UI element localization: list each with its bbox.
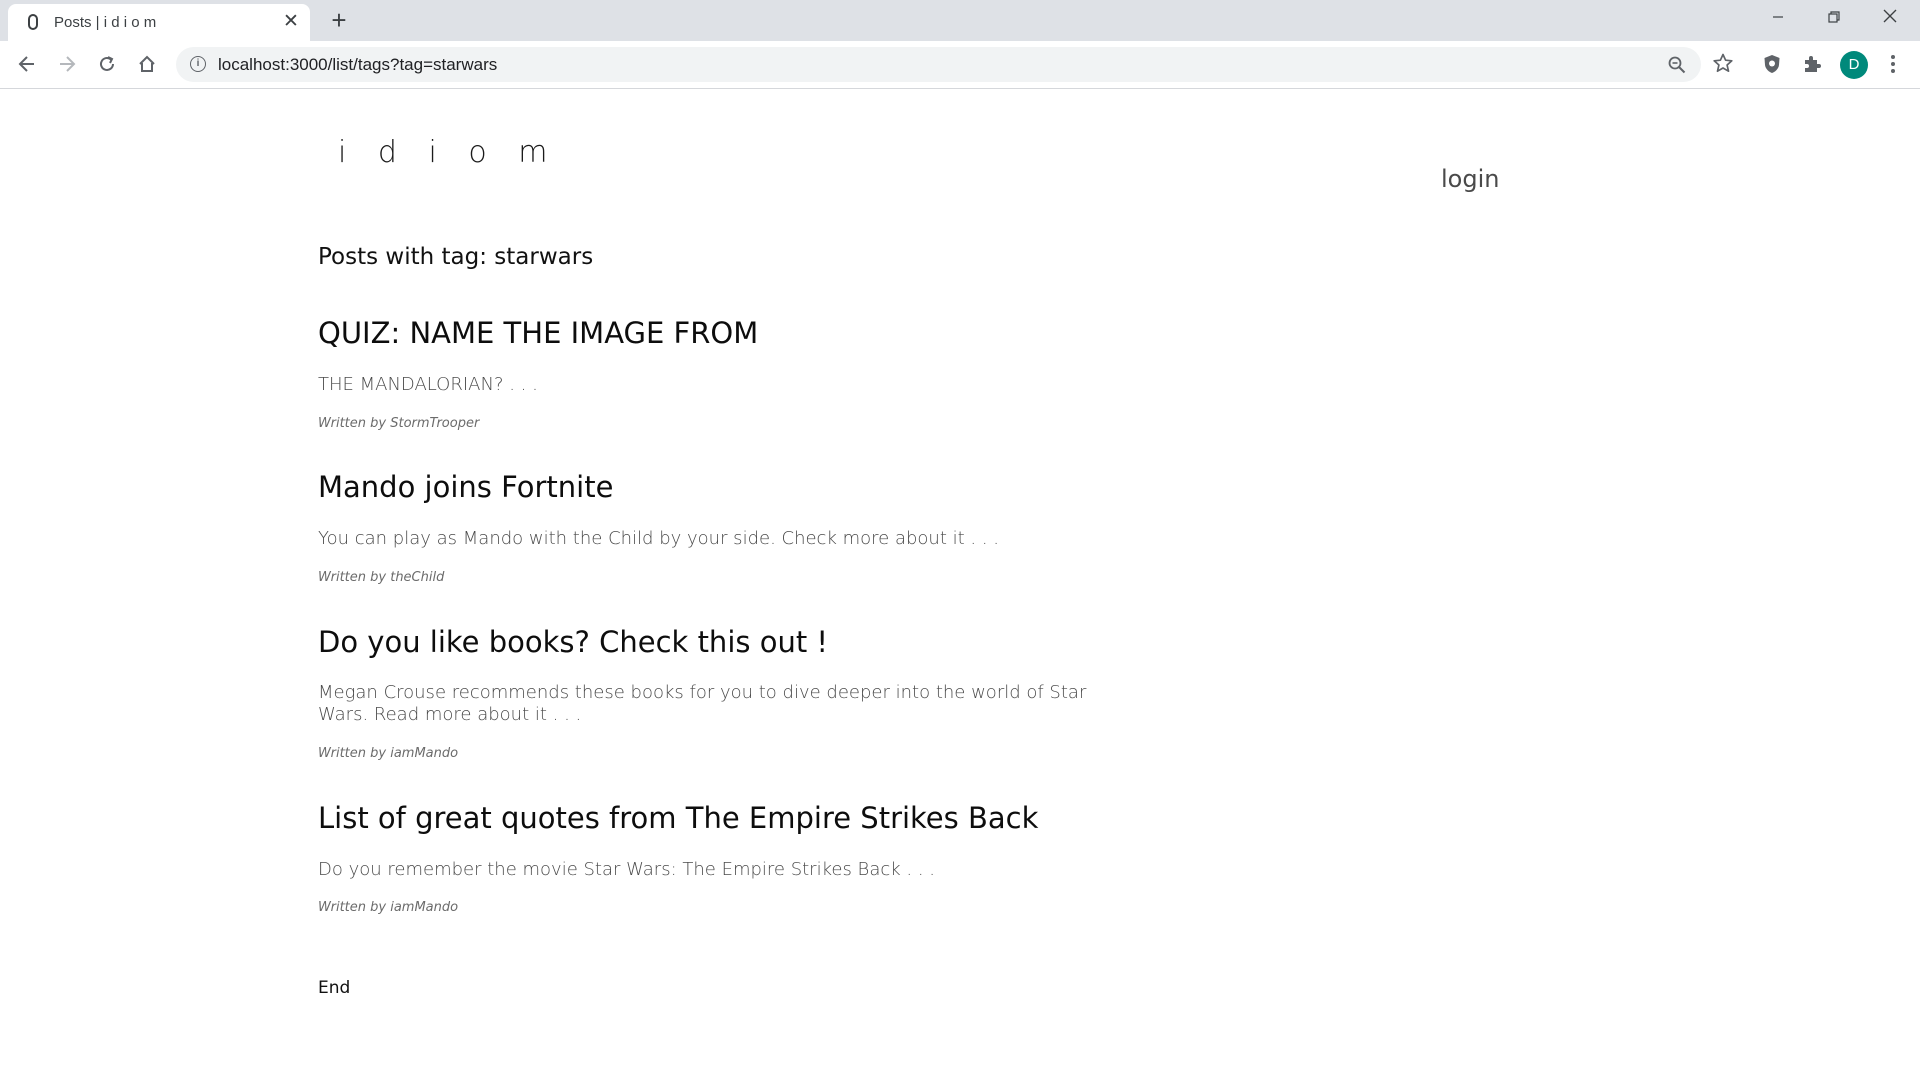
login-link[interactable]: login [1441, 165, 1499, 193]
profile-avatar[interactable]: D [1840, 51, 1868, 79]
info-icon[interactable]: i [190, 56, 206, 72]
forward-button[interactable] [51, 48, 83, 80]
address-bar[interactable]: i localhost:3000/list/tags?tag=starwars [176, 47, 1701, 82]
end-label: End [318, 978, 351, 998]
tab-title: Posts | i d i o m [54, 14, 157, 31]
bookmark-star-icon[interactable] [1711, 53, 1735, 77]
browser-tab[interactable]: Posts | i d i o m ✕ [8, 4, 310, 41]
page-title: Posts with tag: starwars [318, 244, 594, 270]
minimize-icon [1773, 16, 1783, 18]
url-text[interactable]: localhost:3000/list/tags?tag=starwars [218, 55, 497, 75]
post-author: Written by iamMando [318, 746, 459, 761]
home-button[interactable] [131, 48, 163, 80]
back-button[interactable] [11, 48, 43, 80]
post-excerpt: You can play as Mando with the Child by … [318, 528, 999, 549]
arrow-right-icon [60, 56, 76, 72]
arrow-left-icon [18, 56, 34, 72]
puzzle-icon[interactable] [1801, 54, 1823, 76]
zoom-icon[interactable] [1665, 53, 1689, 77]
post-title[interactable]: Do you like books? Check this out ! [318, 625, 828, 659]
post-title[interactable]: Mando joins Fortnite [318, 470, 613, 504]
post-excerpt: Do you remember the movie Star Wars: The… [318, 859, 936, 880]
close-window-button[interactable] [1862, 0, 1918, 38]
page-content: i d i o m login Posts with tag: starwars… [0, 89, 1920, 1080]
post-excerpt: THE MANDALORIAN? . . . [318, 374, 538, 395]
home-icon [139, 55, 155, 72]
close-icon [1883, 9, 1897, 23]
minimize-button[interactable] [1750, 0, 1806, 38]
kebab-menu-icon[interactable] [1882, 54, 1904, 76]
reload-button[interactable] [91, 48, 123, 80]
post-title[interactable]: QUIZ: NAME THE IMAGE FROM [318, 316, 758, 350]
favicon-icon [28, 14, 38, 30]
post-excerpt: Megan Crouse recommends these books for … [318, 682, 1087, 725]
post-author: Written by theChild [318, 570, 445, 585]
restore-icon [1828, 11, 1840, 23]
post-author: Written by iamMando [318, 900, 459, 915]
restore-button[interactable] [1806, 0, 1862, 38]
tab-strip: Posts | i d i o m ✕ + [0, 0, 1920, 41]
shield-extension-icon[interactable] [1761, 54, 1783, 76]
tab-close-icon[interactable]: ✕ [280, 11, 302, 33]
reload-icon [100, 56, 114, 71]
new-tab-button[interactable]: + [325, 6, 353, 34]
post-title[interactable]: List of great quotes from The Empire Str… [318, 801, 1038, 835]
site-logo[interactable]: i d i o m [338, 135, 558, 170]
browser-toolbar: i localhost:3000/list/tags?tag=starwars … [0, 41, 1920, 89]
post-author: Written by StormTrooper [318, 416, 480, 431]
